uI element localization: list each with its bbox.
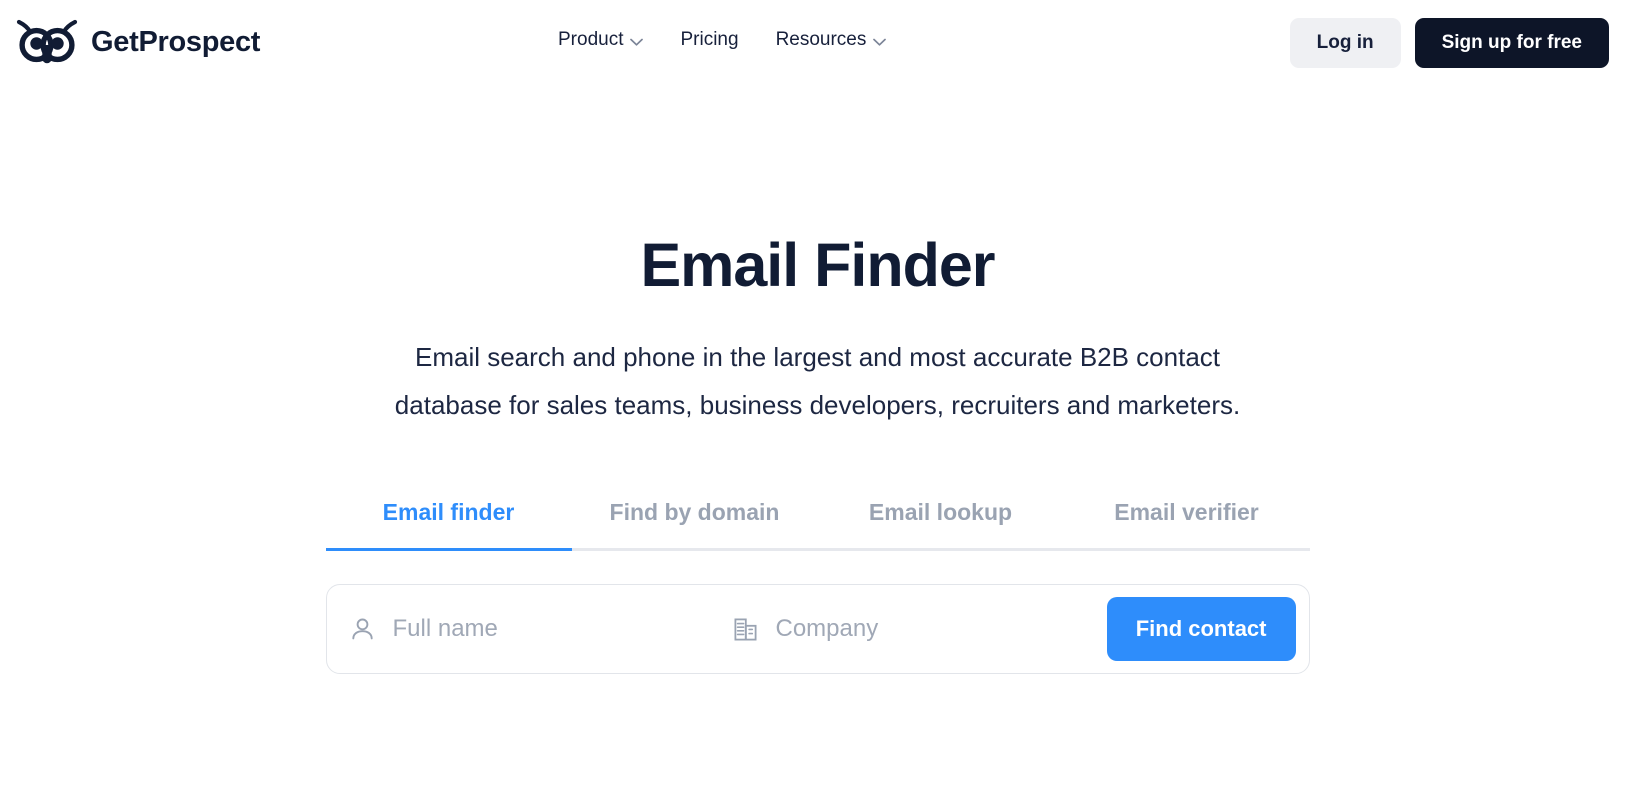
nav-item-label: Resources bbox=[775, 29, 867, 50]
owl-logo-icon bbox=[16, 18, 78, 66]
person-icon bbox=[349, 616, 376, 643]
chevron-down-icon bbox=[630, 35, 644, 46]
brand-name: GetProspect bbox=[91, 25, 261, 58]
page-subtitle: Email search and phone in the largest an… bbox=[394, 342, 1241, 420]
tab-email-lookup[interactable]: Email lookup bbox=[818, 499, 1064, 548]
nav-item-resources[interactable]: Resources bbox=[776, 29, 887, 51]
find-contact-button[interactable]: Find contact bbox=[1106, 597, 1296, 661]
log-in-button[interactable]: Log in bbox=[1289, 18, 1401, 68]
full-name-field-group bbox=[349, 585, 732, 673]
nav-item-label: Pricing bbox=[680, 29, 739, 50]
tab-list: Email finder Find by domain Email lookup… bbox=[326, 499, 1310, 548]
tab-underline bbox=[325, 548, 1310, 551]
nav-item-product[interactable]: Product bbox=[558, 29, 644, 51]
page-title: Email Finder bbox=[640, 231, 995, 299]
nav-item-pricing[interactable]: Pricing bbox=[680, 29, 738, 51]
nav-item-label: Product bbox=[558, 29, 624, 50]
main-content: Email Finder Email search and phone in t… bbox=[0, 235, 1635, 674]
full-name-input[interactable] bbox=[392, 609, 732, 649]
site-header: GetProspect Product Pricing Resources Lo… bbox=[0, 0, 1635, 86]
chevron-down-icon bbox=[873, 35, 887, 46]
brand-logo-link[interactable]: GetProspect bbox=[16, 18, 260, 66]
search-tabs: Email finder Find by domain Email lookup… bbox=[325, 499, 1310, 551]
company-field-group bbox=[732, 585, 1107, 673]
tab-find-by-domain[interactable]: Find by domain bbox=[572, 499, 818, 548]
tab-email-verifier[interactable]: Email verifier bbox=[1064, 499, 1310, 548]
company-input[interactable] bbox=[775, 609, 1107, 649]
email-finder-form: Find contact bbox=[325, 584, 1310, 674]
hero-section: Email Finder Email search and phone in t… bbox=[0, 235, 1635, 429]
tab-email-finder[interactable]: Email finder bbox=[326, 499, 572, 548]
sign-up-button[interactable]: Sign up for free bbox=[1414, 18, 1609, 68]
building-icon bbox=[732, 616, 759, 643]
header-actions: Log in Sign up for free bbox=[1289, 18, 1609, 68]
main-navigation: Product Pricing Resources bbox=[558, 29, 887, 51]
